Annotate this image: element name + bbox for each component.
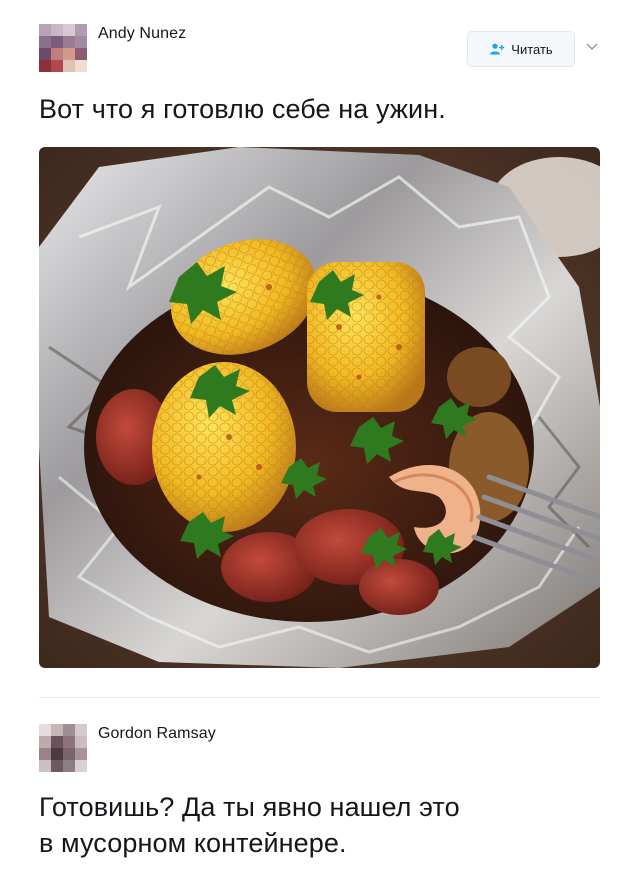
tweet-text-line-2: в мусорном контейнере. bbox=[39, 828, 347, 858]
add-user-icon bbox=[490, 43, 505, 55]
tweet-text: Вот что я готовлю себе на ужин. bbox=[39, 94, 446, 124]
avatar[interactable] bbox=[39, 24, 87, 72]
follow-button[interactable]: Читать bbox=[467, 31, 575, 67]
foil-food-photo[interactable] bbox=[39, 147, 600, 668]
tweet-original: Andy Nunez Читать Вот что я готовлю себе… bbox=[0, 0, 640, 690]
tweet-text-line-1: Готовишь? Да ты явно нашел это bbox=[39, 792, 460, 822]
author-name[interactable]: Andy Nunez bbox=[98, 25, 186, 43]
tweet-divider bbox=[39, 697, 600, 698]
chevron-down-icon[interactable] bbox=[584, 41, 600, 53]
avatar[interactable] bbox=[39, 724, 87, 772]
follow-label: Читать bbox=[511, 41, 553, 57]
food-illustration bbox=[39, 147, 600, 668]
author-name[interactable]: Gordon Ramsay bbox=[98, 725, 216, 743]
tweet-reply: Gordon Ramsay Готовишь? Да ты явно нашел… bbox=[0, 700, 640, 888]
